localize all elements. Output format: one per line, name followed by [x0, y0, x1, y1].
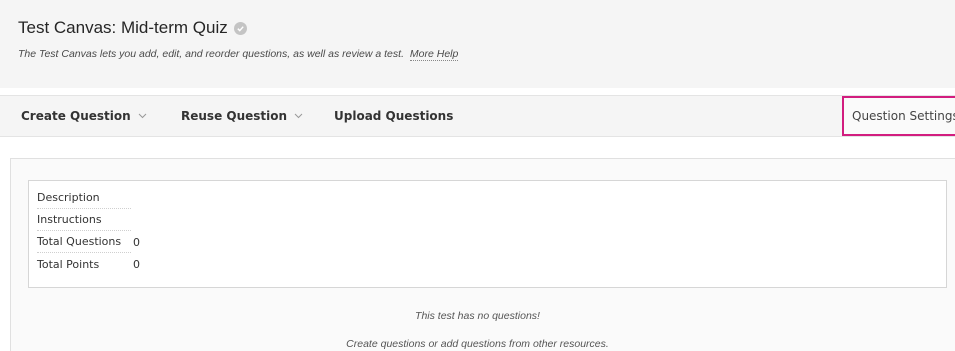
- chevron-down-icon: [138, 113, 147, 119]
- info-row-total-questions: Total Questions 0: [37, 231, 140, 253]
- upload-questions-label: Upload Questions: [334, 109, 454, 123]
- info-label: Total Questions: [37, 231, 131, 253]
- checkmark-circle-icon[interactable]: [233, 21, 247, 35]
- info-label: Instructions: [37, 209, 131, 231]
- description-text: The Test Canvas lets you add, edit, and …: [18, 48, 404, 60]
- info-label: Description: [37, 187, 131, 209]
- info-row-total-points: Total Points 0: [37, 253, 140, 275]
- title-row: Test Canvas: Mid-term Quiz: [18, 18, 247, 38]
- action-toolbar: Create Question Reuse Question Upload Qu…: [0, 95, 955, 137]
- test-info-panel: Description Instructions Total Questions…: [28, 180, 947, 288]
- page-description: The Test Canvas lets you add, edit, and …: [18, 48, 459, 61]
- more-help-link[interactable]: More Help: [409, 48, 459, 61]
- info-label: Total Points: [37, 257, 100, 271]
- empty-state-hint: Create questions or add questions from o…: [346, 338, 609, 350]
- info-row-description: Description: [37, 187, 133, 209]
- page-title: Test Canvas: Mid-term Quiz: [18, 18, 228, 37]
- create-question-label: Create Question: [21, 109, 131, 123]
- upload-questions-button[interactable]: Upload Questions: [334, 96, 453, 136]
- create-question-button[interactable]: Create Question: [21, 96, 147, 136]
- question-settings-label: Question Settings: [852, 109, 955, 123]
- reuse-question-button[interactable]: Reuse Question: [181, 96, 303, 136]
- question-settings-button[interactable]: Question Settings: [842, 96, 955, 136]
- info-row-instructions: Instructions: [37, 209, 133, 231]
- total-points-value: 0: [133, 257, 140, 271]
- reuse-question-label: Reuse Question: [181, 109, 288, 123]
- page-header: Test Canvas: Mid-term Quiz The Test Canv…: [0, 0, 955, 88]
- chevron-down-icon: [294, 113, 303, 119]
- empty-state-message: This test has no questions!: [415, 310, 540, 322]
- total-questions-value: 0: [133, 235, 140, 249]
